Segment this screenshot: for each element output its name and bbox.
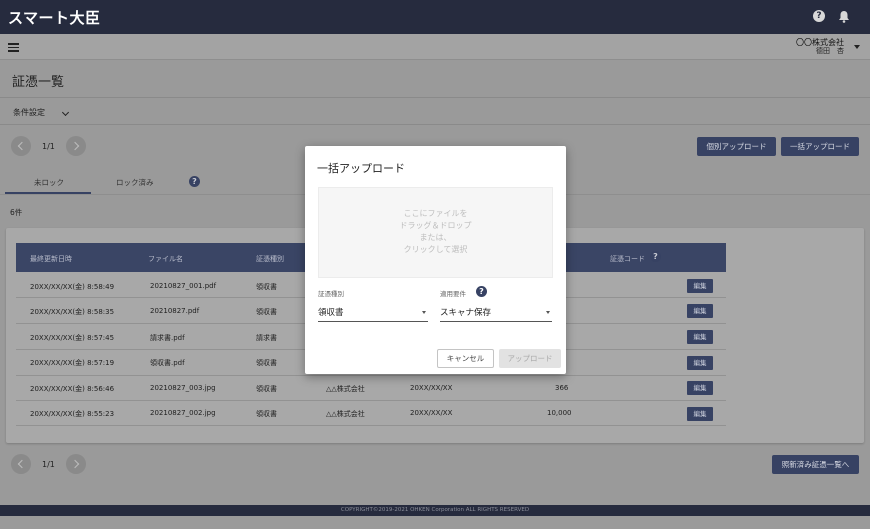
cell-updated: 20XX/XX/XX(金) 8:55:23: [30, 410, 115, 418]
edit-button[interactable]: 編集: [687, 279, 713, 293]
dropzone-line: ドラッグ＆ドロップ: [399, 221, 472, 230]
column-header-code[interactable]: 証憑コード: [610, 254, 645, 264]
help-icon[interactable]: ?: [813, 10, 825, 22]
doc-type-label: 証憑種別: [318, 290, 344, 298]
edit-button[interactable]: 編集: [687, 304, 713, 318]
top-bar: スマート大臣 ?: [0, 0, 870, 34]
help-icon[interactable]: ?: [189, 176, 200, 187]
bulk-upload-button[interactable]: 一括アップロード: [781, 137, 859, 156]
cell-kind: 領収書: [256, 308, 277, 316]
cancel-button[interactable]: キャンセル: [437, 349, 494, 368]
prev-page-button[interactable]: [11, 136, 31, 156]
cell-updated: 20XX/XX/XX(金) 8:57:45: [30, 334, 115, 342]
requirement-select[interactable]: スキャナ保存: [440, 306, 552, 322]
dialog-title: 一括アップロード: [317, 162, 405, 175]
caret-down-icon[interactable]: [854, 45, 860, 49]
cell-partner: △△株式会社: [326, 410, 365, 418]
cell-filename[interactable]: 領収書.pdf: [150, 358, 185, 368]
cell-filename[interactable]: 20210827_003.jpg: [150, 384, 216, 392]
result-count: 6件: [10, 208, 23, 217]
chevron-down-icon[interactable]: [61, 108, 70, 117]
cell-kind: 領収書: [256, 359, 277, 367]
cell-filename[interactable]: 20210827_002.jpg: [150, 409, 216, 417]
page-indicator: 1/1: [42, 142, 55, 151]
dropzone-line: ここにファイルを: [403, 209, 468, 218]
cell-updated: 20XX/XX/XX(金) 8:56:46: [30, 385, 115, 393]
individual-upload-button[interactable]: 個別アップロード: [697, 137, 776, 156]
cell-updated: 20XX/XX/XX(金) 8:58:49: [30, 283, 115, 291]
dropzone-line: または、: [419, 233, 452, 242]
cell-kind: 請求書: [256, 334, 277, 342]
requirement-value: スキャナ保存: [440, 308, 492, 318]
divider: [0, 97, 870, 98]
bell-icon[interactable]: [838, 10, 850, 23]
file-dropzone[interactable]: ここにファイルを ドラッグ＆ドロップ または、 クリックして選択: [318, 187, 553, 278]
next-page-button[interactable]: [66, 136, 86, 156]
company-name: 〇〇株式会社: [796, 38, 844, 47]
edit-button[interactable]: 編集: [687, 356, 713, 370]
cell-filename[interactable]: 20210827_001.pdf: [150, 282, 216, 290]
page-indicator: 1/1: [42, 460, 55, 469]
caret-down-icon: [546, 311, 550, 314]
divider: [0, 124, 870, 125]
cell-partner: △△株式会社: [326, 385, 365, 393]
doc-type-value: 領収書: [318, 308, 344, 318]
row-divider: [16, 425, 726, 426]
hamburger-menu-icon[interactable]: [8, 43, 19, 52]
bulk-upload-dialog: 一括アップロード ここにファイルを ドラッグ＆ドロップ または、 クリックして選…: [305, 146, 566, 374]
edit-button[interactable]: 編集: [687, 330, 713, 344]
upload-button[interactable]: アップロード: [499, 349, 561, 368]
cell-updated: 20XX/XX/XX(金) 8:58:35: [30, 308, 115, 316]
cell-updated: 20XX/XX/XX(金) 8:57:19: [30, 359, 115, 367]
page-title: 証憑一覧: [12, 75, 65, 90]
cell-transaction-date: 20XX/XX/XX: [410, 409, 453, 417]
proceed-list-button[interactable]: 照新済み証憑一覧へ: [772, 455, 859, 474]
row-divider: [16, 400, 726, 401]
cell-transaction-date: 20XX/XX/XX: [410, 384, 453, 392]
help-icon[interactable]: ?: [476, 286, 487, 297]
footer-copyright: COPYRIGHT©2019-2021 OHKEN Corporation AL…: [0, 505, 870, 516]
next-page-button[interactable]: [66, 454, 86, 474]
tab-unlocked[interactable]: 未ロック: [34, 177, 64, 188]
cell-filename[interactable]: 請求書.pdf: [150, 333, 185, 343]
column-header-kind[interactable]: 証憑種別: [256, 254, 284, 264]
cell-amount: 366: [555, 384, 569, 392]
sub-bar: 〇〇株式会社 德田 杏: [0, 34, 870, 60]
cell-kind: 領収書: [256, 410, 277, 418]
tab-locked[interactable]: ロック済み: [116, 177, 154, 188]
cell-filename[interactable]: 20210827.pdf: [150, 307, 199, 315]
cell-amount: 10,000: [547, 409, 572, 417]
company-switcher[interactable]: 〇〇株式会社 德田 杏: [796, 38, 844, 56]
edit-button[interactable]: 編集: [687, 407, 713, 421]
cell-kind: 領収書: [256, 283, 277, 291]
doc-type-select[interactable]: 領収書: [318, 306, 428, 322]
column-header-updated[interactable]: 最終更新日時: [30, 254, 72, 264]
user-name: 德田 杏: [816, 47, 844, 55]
help-icon[interactable]: ?: [650, 251, 661, 262]
row-divider: [16, 375, 726, 376]
app-logo[interactable]: スマート大臣: [8, 7, 101, 28]
dropzone-line: クリックして選択: [403, 245, 468, 254]
caret-down-icon: [422, 311, 426, 314]
requirement-label: 適用要件: [440, 290, 466, 298]
cell-kind: 領収書: [256, 385, 277, 393]
edit-button[interactable]: 編集: [687, 381, 713, 395]
column-header-filename[interactable]: ファイル名: [148, 254, 183, 264]
filter-toggle[interactable]: 条件設定: [13, 107, 45, 118]
prev-page-button[interactable]: [11, 454, 31, 474]
